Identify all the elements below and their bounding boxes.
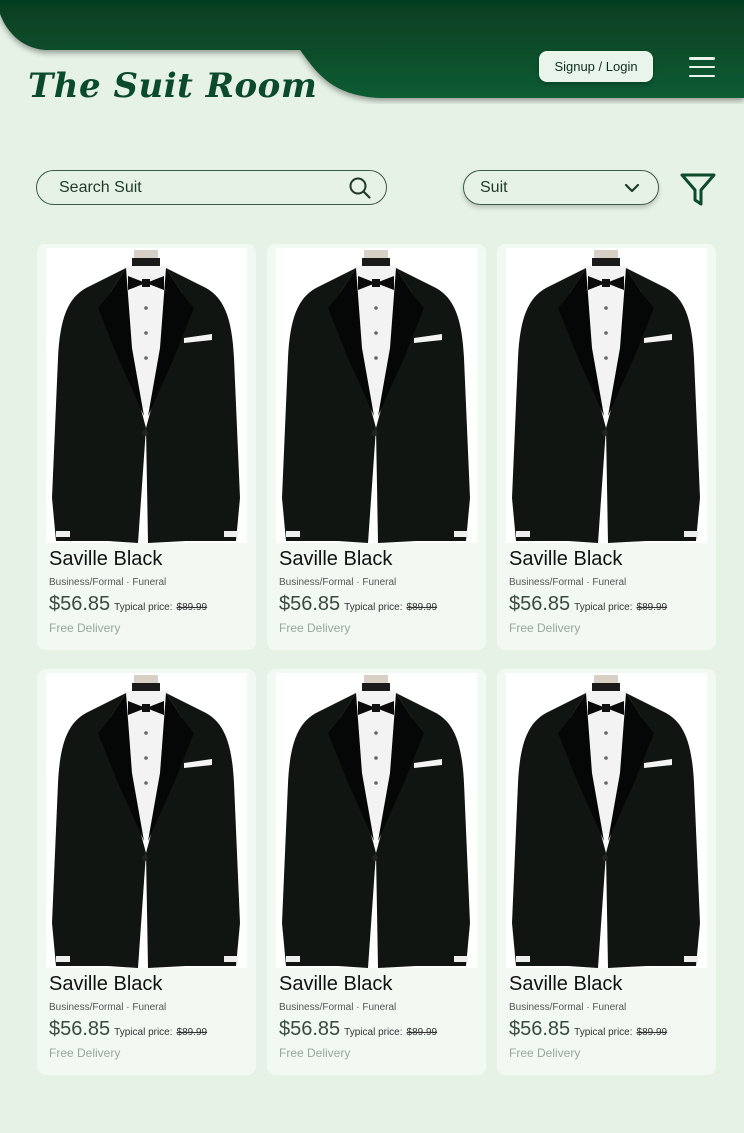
typical-price: $89.99 (636, 1027, 668, 1038)
category-dropdown[interactable]: Suit (463, 170, 659, 205)
chevron-down-icon (624, 183, 640, 192)
product-name[interactable]: Saville Black (49, 973, 162, 996)
filter-icon[interactable] (679, 171, 717, 207)
delivery-info: Free Delivery (509, 1046, 581, 1060)
delivery-info: Free Delivery (509, 621, 581, 635)
product-grid: Saville Black Business/Formal · Funeral … (37, 244, 716, 1075)
typical-price-label: Typical price: (344, 1027, 403, 1038)
product-tags: Business/Formal · Funeral (279, 577, 397, 588)
product-card[interactable]: Saville Black Business/Formal · Funeral … (497, 244, 716, 650)
typical-price: $89.99 (406, 1027, 438, 1038)
price-row: $56.85 Typical price: $89.99 (49, 593, 207, 616)
delivery-info: Free Delivery (49, 621, 121, 635)
product-price: $56.85 (49, 1018, 111, 1040)
product-image[interactable] (276, 248, 477, 543)
price-row: $56.85 Typical price: $89.99 (279, 593, 437, 616)
price-row: $56.85 Typical price: $89.99 (509, 593, 667, 616)
product-image[interactable] (46, 673, 247, 968)
typical-price-label: Typical price: (344, 602, 403, 613)
product-tags: Business/Formal · Funeral (279, 1002, 397, 1013)
product-tags: Business/Formal · Funeral (509, 577, 627, 588)
brand-logo[interactable]: The Suit Room (28, 66, 317, 106)
typical-price: $89.99 (636, 602, 668, 613)
typical-price: $89.99 (176, 1027, 208, 1038)
typical-price-label: Typical price: (574, 1027, 633, 1038)
hamburger-icon[interactable] (689, 56, 715, 78)
signup-login-button[interactable]: Signup / Login (539, 51, 653, 82)
product-image[interactable] (506, 248, 707, 543)
product-name[interactable]: Saville Black (49, 548, 162, 571)
product-card[interactable]: Saville Black Business/Formal · Funeral … (267, 669, 486, 1075)
typical-price-label: Typical price: (114, 602, 173, 613)
price-row: $56.85 Typical price: $89.99 (509, 1018, 667, 1041)
typical-price: $89.99 (176, 602, 208, 613)
product-card[interactable]: Saville Black Business/Formal · Funeral … (37, 244, 256, 650)
product-price: $56.85 (509, 1018, 571, 1040)
product-card[interactable]: Saville Black Business/Formal · Funeral … (497, 669, 716, 1075)
typical-price: $89.99 (406, 602, 438, 613)
delivery-info: Free Delivery (279, 621, 351, 635)
search-bar[interactable] (36, 170, 387, 205)
product-name[interactable]: Saville Black (509, 548, 622, 571)
product-image[interactable] (506, 673, 707, 968)
product-tags: Business/Formal · Funeral (49, 1002, 167, 1013)
search-icon[interactable] (348, 176, 372, 200)
category-selected-value: Suit (480, 178, 508, 196)
typical-price-label: Typical price: (114, 1027, 173, 1038)
product-name[interactable]: Saville Black (279, 973, 392, 996)
search-input[interactable] (59, 178, 348, 197)
product-name[interactable]: Saville Black (509, 973, 622, 996)
product-price: $56.85 (509, 593, 571, 615)
product-tags: Business/Formal · Funeral (509, 1002, 627, 1013)
product-image[interactable] (276, 673, 477, 968)
product-price: $56.85 (279, 1018, 341, 1040)
price-row: $56.85 Typical price: $89.99 (279, 1018, 437, 1041)
delivery-info: Free Delivery (49, 1046, 121, 1060)
product-price: $56.85 (49, 593, 111, 615)
product-image[interactable] (46, 248, 247, 543)
delivery-info: Free Delivery (279, 1046, 351, 1060)
product-card[interactable]: Saville Black Business/Formal · Funeral … (267, 244, 486, 650)
product-card[interactable]: Saville Black Business/Formal · Funeral … (37, 669, 256, 1075)
typical-price-label: Typical price: (574, 602, 633, 613)
price-row: $56.85 Typical price: $89.99 (49, 1018, 207, 1041)
product-tags: Business/Formal · Funeral (49, 577, 167, 588)
product-name[interactable]: Saville Black (279, 548, 392, 571)
product-price: $56.85 (279, 593, 341, 615)
